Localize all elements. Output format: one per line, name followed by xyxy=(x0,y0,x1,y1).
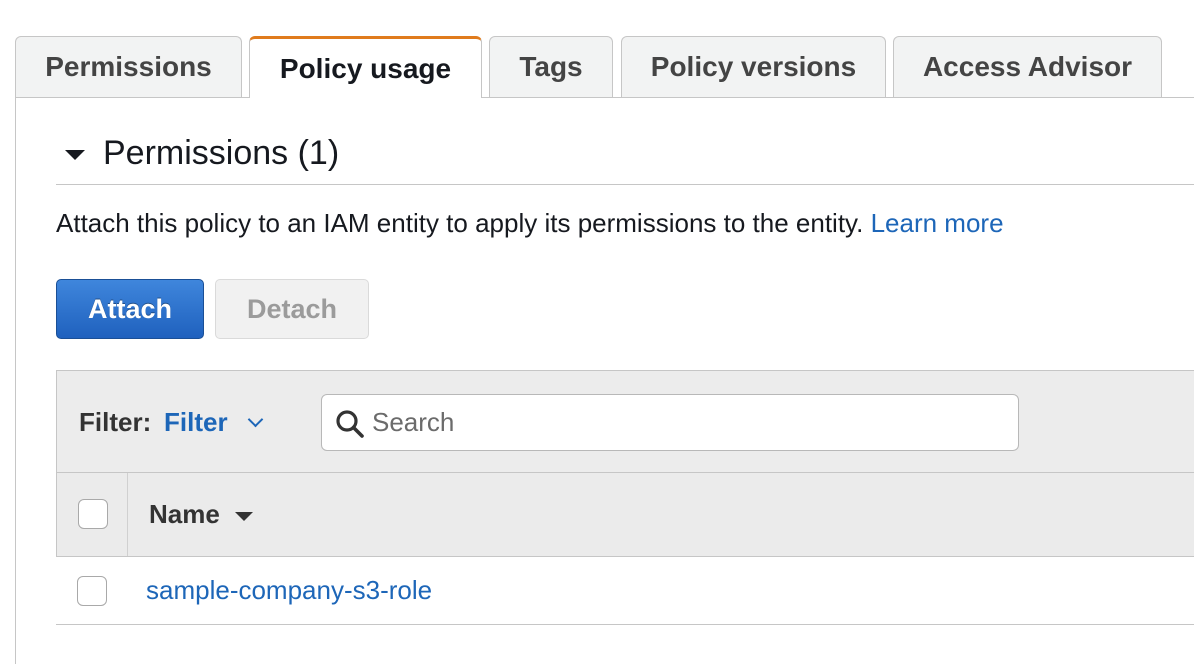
sort-caret-icon xyxy=(234,511,253,521)
tab-tags[interactable]: Tags xyxy=(489,36,613,97)
column-header-name[interactable]: Name xyxy=(149,499,253,530)
tab-policy-versions[interactable]: Policy versions xyxy=(621,36,886,97)
caret-down-icon xyxy=(65,149,85,160)
learn-more-link[interactable]: Learn more xyxy=(871,208,1004,238)
column-divider xyxy=(127,473,128,556)
tab-policy-usage[interactable]: Policy usage xyxy=(249,36,482,98)
tab-access-advisor[interactable]: Access Advisor xyxy=(893,36,1162,97)
search-input[interactable] xyxy=(372,395,1002,450)
select-all-checkbox[interactable] xyxy=(78,499,108,529)
tab-permissions[interactable]: Permissions xyxy=(15,36,242,97)
permissions-section-toggle[interactable]: Permissions (1) xyxy=(56,128,339,178)
panel-border xyxy=(15,97,16,664)
chevron-down-icon xyxy=(247,411,263,428)
section-title: Permissions (1) xyxy=(103,133,340,172)
entity-name-link[interactable]: sample-company-s3-role xyxy=(146,575,432,606)
filter-label: Filter: xyxy=(79,407,152,437)
tab-bar: Permissions Policy usage Tags Policy ver… xyxy=(15,36,1194,98)
search-box[interactable] xyxy=(321,394,1019,451)
filter-bar: Filter: Filter xyxy=(56,370,1194,473)
tab-divider xyxy=(15,97,1194,98)
search-icon xyxy=(336,410,364,438)
section-description: Attach this policy to an IAM entity to a… xyxy=(56,208,1004,239)
attach-button[interactable]: Attach xyxy=(56,279,204,339)
table-row: sample-company-s3-role xyxy=(56,557,1194,625)
policy-usage-page: Permissions Policy usage Tags Policy ver… xyxy=(0,0,1194,664)
filter-dropdown[interactable]: Filter xyxy=(164,407,263,438)
filter-dropdown-label: Filter xyxy=(164,407,228,437)
row-checkbox[interactable] xyxy=(77,576,107,606)
section-divider xyxy=(56,184,1194,185)
column-header-label: Name xyxy=(149,499,220,529)
entities-table: Filter: Filter Name sample xyxy=(56,370,1194,626)
detach-button[interactable]: Detach xyxy=(215,279,369,339)
description-text: Attach this policy to an IAM entity to a… xyxy=(56,208,864,238)
table-header: Name xyxy=(56,473,1194,557)
